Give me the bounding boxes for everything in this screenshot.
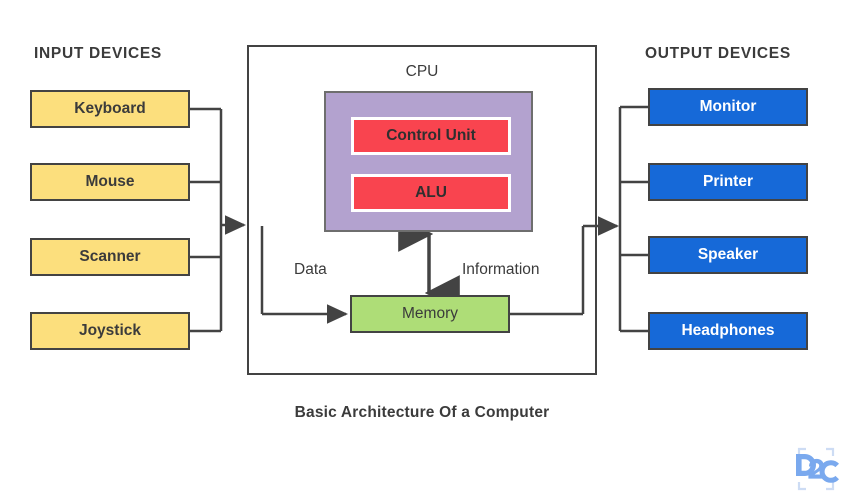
output-device-label: Monitor <box>699 98 757 116</box>
output-bus <box>618 105 648 333</box>
input-section-title: INPUT DEVICES <box>34 45 162 62</box>
cpu-unit-label: ALU <box>415 184 447 201</box>
d2c-logo-icon <box>796 447 839 491</box>
memory-label: Memory <box>402 305 458 322</box>
cpu-unit-control-unit[interactable]: Control Unit <box>351 117 511 155</box>
output-device-label: Printer <box>703 173 753 191</box>
input-device-scanner[interactable]: Scanner <box>30 238 190 276</box>
input-device-joystick[interactable]: Joystick <box>30 312 190 350</box>
output-device-speaker[interactable]: Speaker <box>648 236 808 274</box>
output-device-monitor[interactable]: Monitor <box>648 88 808 126</box>
information-flow-label: Information <box>462 261 540 278</box>
output-device-printer[interactable]: Printer <box>648 163 808 201</box>
memory-block[interactable]: Memory <box>350 295 510 333</box>
output-device-label: Headphones <box>681 322 775 340</box>
input-device-mouse[interactable]: Mouse <box>30 163 190 201</box>
output-device-label: Speaker <box>697 246 759 264</box>
cpu-title: CPU <box>405 63 439 80</box>
input-device-label: Keyboard <box>74 100 146 118</box>
cpu-unit-label: Control Unit <box>386 127 476 144</box>
input-device-label: Joystick <box>78 322 142 340</box>
output-section-title: OUTPUT DEVICES <box>645 45 791 62</box>
input-device-label: Mouse <box>85 173 135 191</box>
input-device-label: Scanner <box>79 248 141 266</box>
diagram-caption: Basic Architecture Of a Computer <box>294 404 550 421</box>
data-flow-label: Data <box>294 261 327 278</box>
cpu-unit-alu[interactable]: ALU <box>351 174 511 212</box>
input-bus <box>190 107 223 333</box>
diagram-canvas: INPUT DEVICES Keyboard Mouse Scanner Joy… <box>0 0 853 502</box>
output-device-headphones[interactable]: Headphones <box>648 312 808 350</box>
input-device-keyboard[interactable]: Keyboard <box>30 90 190 128</box>
